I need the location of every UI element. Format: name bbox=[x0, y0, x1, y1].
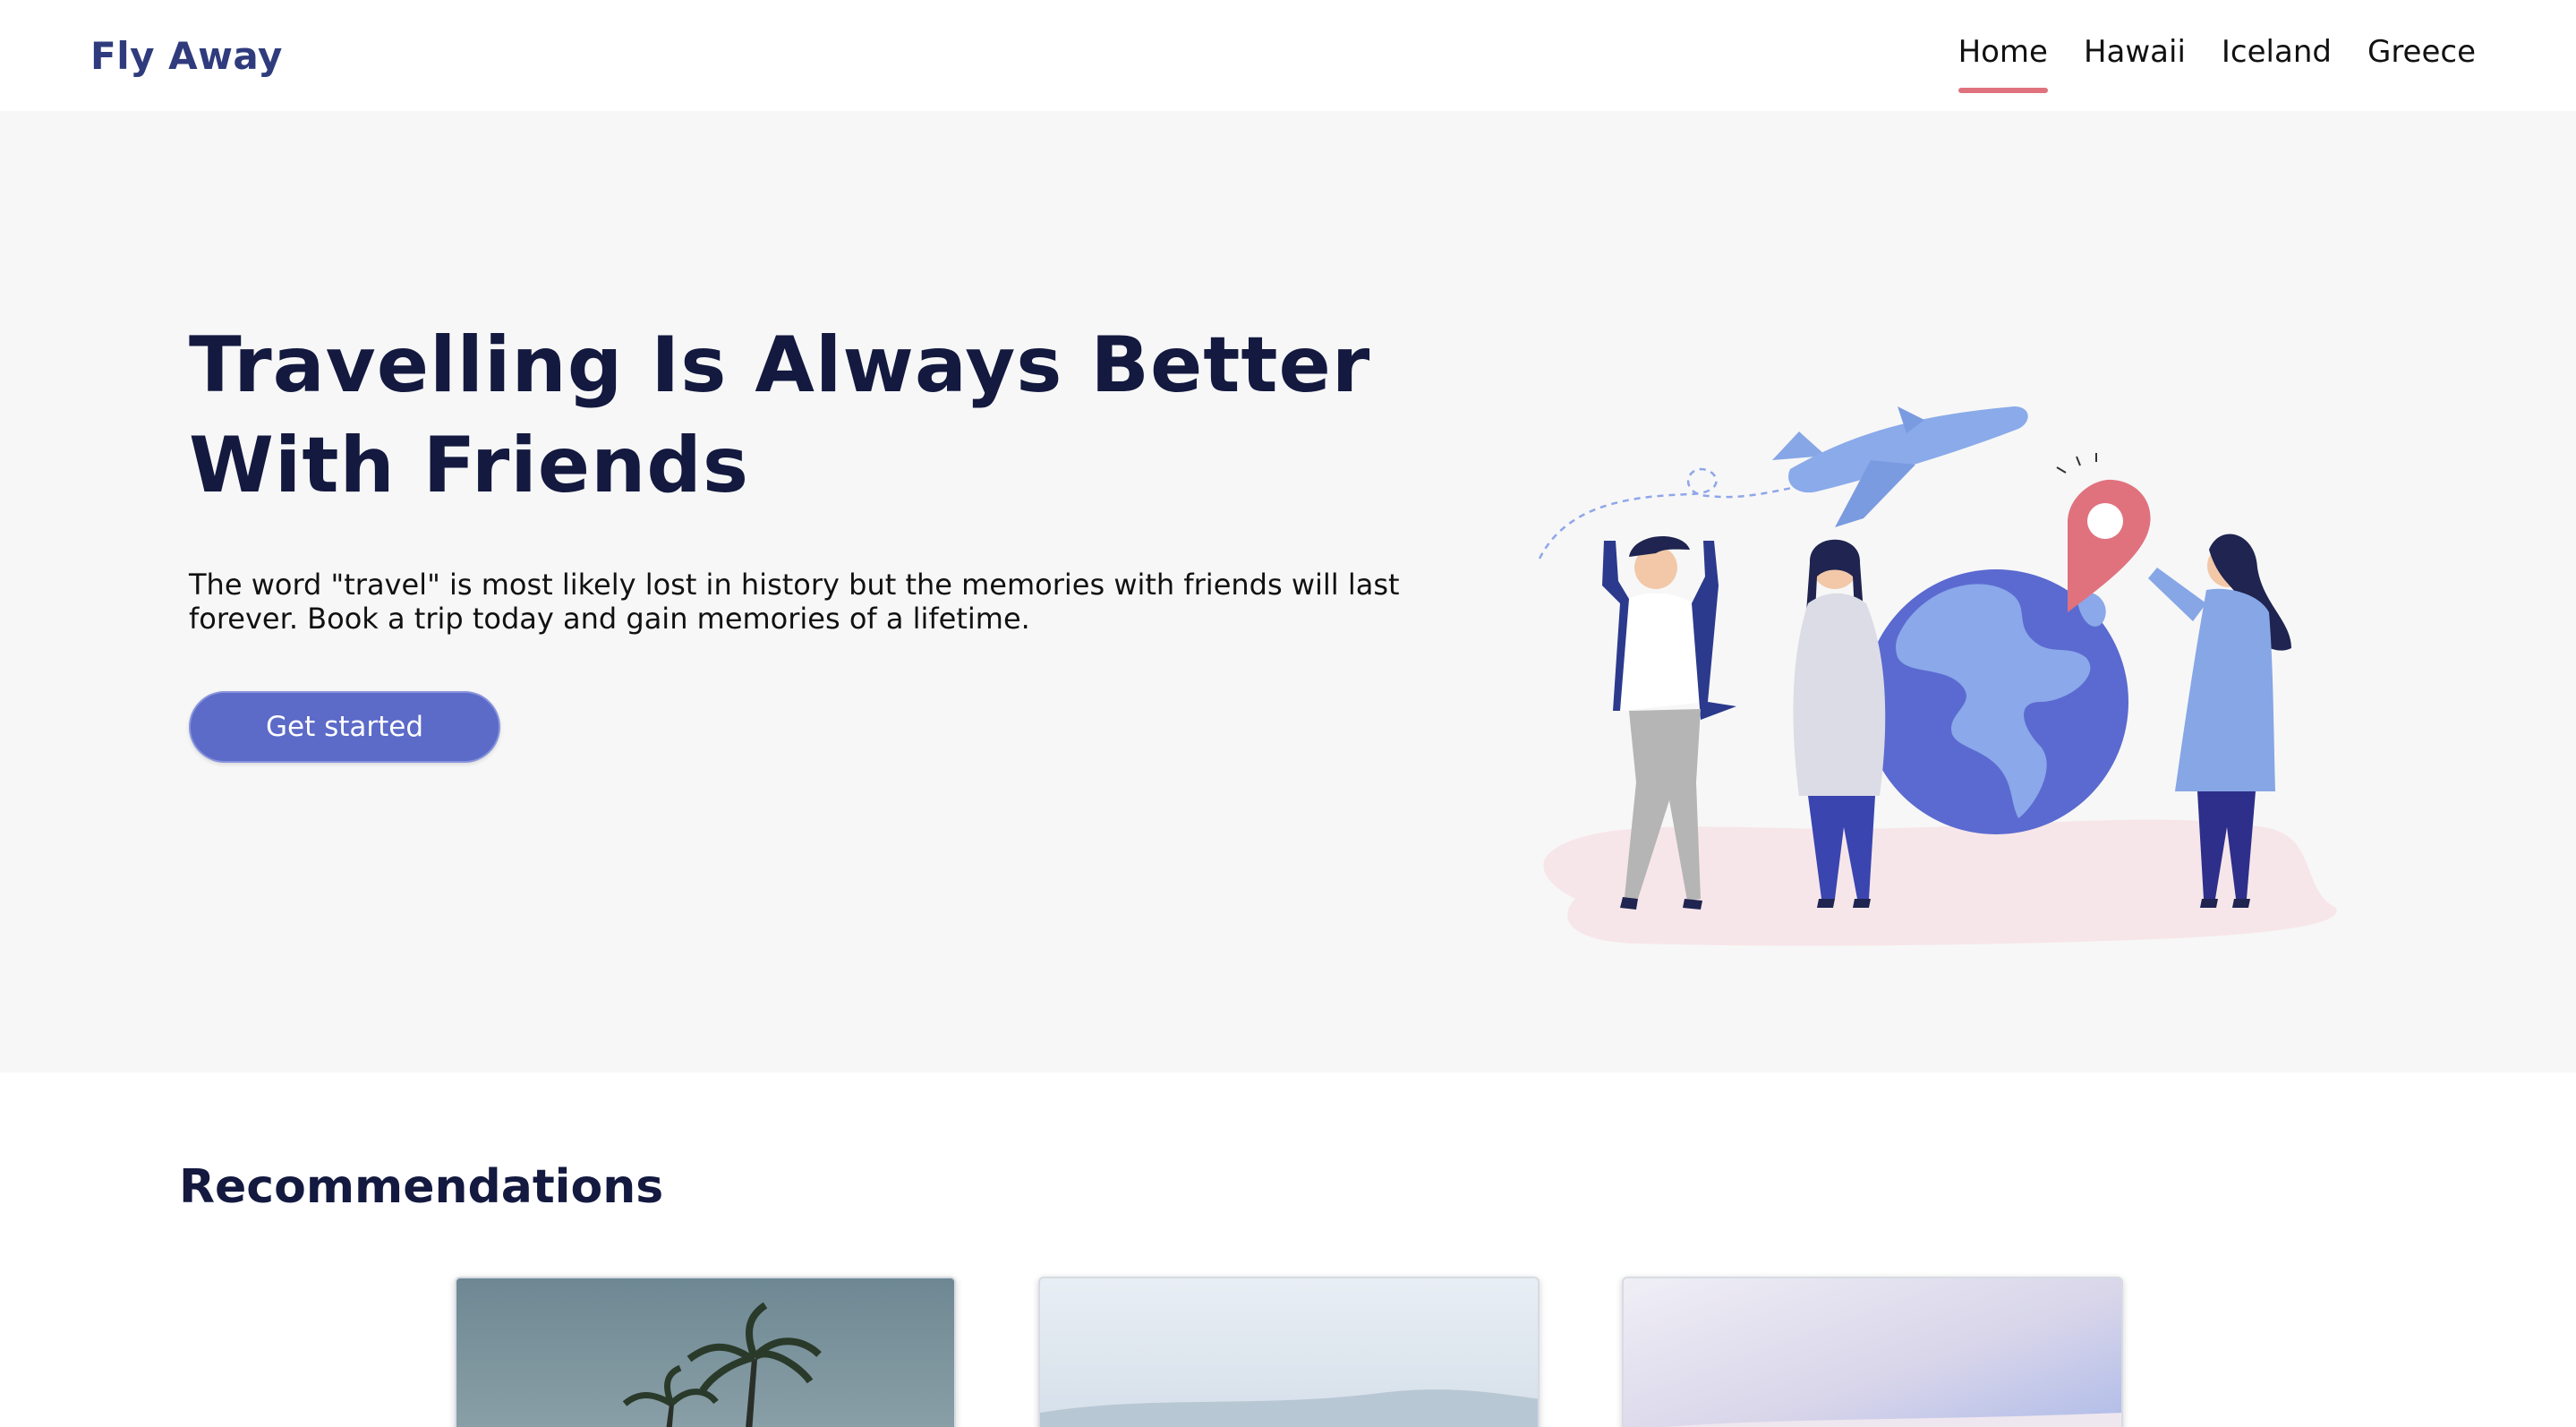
hero-description: The word "travel" is most likely lost in… bbox=[189, 568, 1400, 636]
palm-trees-photo bbox=[622, 1302, 822, 1427]
brand-logo[interactable]: Fly Away bbox=[90, 34, 283, 78]
nav-item-iceland[interactable]: Iceland bbox=[2222, 34, 2332, 93]
location-pin-icon bbox=[2056, 453, 2151, 612]
nav-item-hawaii[interactable]: Hawaii bbox=[2084, 34, 2186, 93]
pastel-sky-photo bbox=[1665, 1413, 2121, 1427]
recommendation-card-palm-trees[interactable] bbox=[455, 1277, 956, 1427]
globe-icon bbox=[1864, 569, 2128, 834]
recommendations-title: Recommendations bbox=[179, 1160, 664, 1214]
hero-section: Travelling Is Always Better With Friends… bbox=[0, 111, 2576, 1072]
nav-item-greece[interactable]: Greece bbox=[2367, 34, 2476, 93]
airplane-icon bbox=[1772, 406, 2028, 527]
travel-friends-illustration bbox=[1538, 406, 2337, 946]
recommendation-card-pastel-sky[interactable] bbox=[1622, 1277, 2123, 1427]
hero-title: Travelling Is Always Better With Friends bbox=[189, 320, 1371, 510]
recommendation-card-misty-landscape[interactable] bbox=[1038, 1277, 1540, 1427]
main-nav: Home Hawaii Iceland Greece bbox=[1923, 34, 2476, 93]
misty-landscape-photo bbox=[1040, 1389, 1538, 1427]
get-started-button[interactable]: Get started bbox=[189, 691, 500, 763]
navbar: Fly Away Home Hawaii Iceland Greece bbox=[0, 0, 2576, 111]
nav-item-home[interactable]: Home bbox=[1958, 34, 2049, 93]
